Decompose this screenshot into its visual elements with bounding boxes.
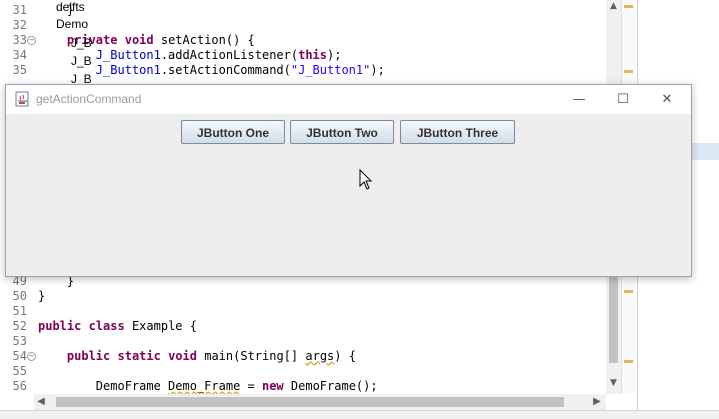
line-number: 50 <box>12 289 27 303</box>
scroll-left-arrow-icon[interactable]: ◀ <box>34 394 48 410</box>
scroll-right-arrow-icon[interactable]: ▶ <box>590 394 604 410</box>
outline-item[interactable]: J_B <box>71 36 92 50</box>
scroll-up-arrow-icon[interactable]: ▲ <box>608 0 619 13</box>
java-swing-window[interactable]: getActionCommand — ☐ ✕ JButton One JButt… <box>5 84 692 277</box>
line-number: 53 <box>12 334 27 348</box>
code-line[interactable]: } <box>38 289 45 304</box>
line-number: 54 <box>12 349 27 363</box>
line-number: 52 <box>12 319 27 333</box>
line-number: 32 <box>12 18 27 32</box>
vertical-scroll-thumb[interactable] <box>609 263 618 363</box>
jbutton-three[interactable]: JButton Three <box>400 120 515 144</box>
line-number: 55 <box>12 364 27 378</box>
ruler-marker[interactable] <box>624 5 633 8</box>
line-number: 35 <box>12 63 27 77</box>
ruler-marker[interactable] <box>624 290 633 293</box>
jbutton-two[interactable]: JButton Two <box>290 120 394 144</box>
ruler-marker[interactable] <box>624 360 633 363</box>
editor-horizontal-scrollbar[interactable]: ◀ ▶ <box>34 394 606 410</box>
code-line[interactable]: DemoFrame Demo_Frame = new DemoFrame(); <box>38 379 378 394</box>
mouse-cursor-icon <box>359 169 373 190</box>
line-number: 34 <box>12 48 27 62</box>
code-line[interactable]: public class Example { <box>38 319 197 334</box>
line-number: 31 <box>12 3 27 17</box>
java-cup-icon <box>15 91 29 107</box>
window-titlebar[interactable]: getActionCommand — ☐ ✕ <box>6 85 691 114</box>
scroll-down-arrow-icon[interactable]: ▼ <box>608 377 619 390</box>
line-number: 33 <box>12 33 27 47</box>
jbutton-one[interactable]: JButton One <box>181 120 285 144</box>
fold-toggle-icon[interactable]: − <box>27 352 36 361</box>
line-number: 56 <box>12 379 27 393</box>
outline-item[interactable]: delfts <box>56 0 85 14</box>
code-line[interactable]: public static void main(String[] args) { <box>38 349 356 364</box>
line-number: 51 <box>12 304 27 318</box>
outline-item[interactable]: Demo <box>56 17 88 31</box>
close-button[interactable]: ✕ <box>645 85 689 114</box>
horizontal-scroll-thumb[interactable] <box>56 397 564 407</box>
minimize-button[interactable]: — <box>557 85 601 114</box>
outline-item[interactable]: J_B <box>71 54 92 68</box>
ruler-marker[interactable] <box>624 70 633 73</box>
fold-toggle-icon[interactable]: − <box>27 36 36 45</box>
maximize-button[interactable]: ☐ <box>601 85 645 114</box>
window-title: getActionCommand <box>36 92 142 106</box>
